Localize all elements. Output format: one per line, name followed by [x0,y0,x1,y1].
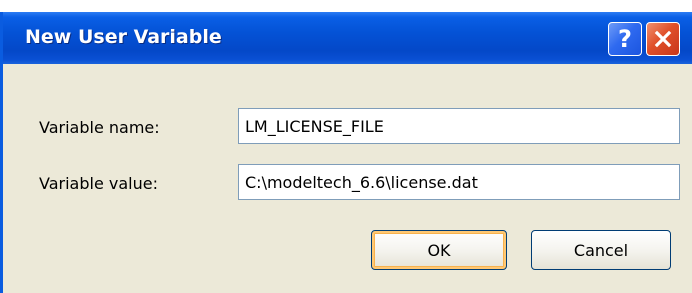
ok-button[interactable]: OK [371,230,507,270]
variable-value-label: Variable value: [39,174,158,193]
ok-button-label: OK [427,240,451,260]
cancel-button[interactable]: Cancel [531,230,671,270]
background-text: ~ ~~~~~~~~ ~~~~ [22,0,198,7]
help-button[interactable]: ? [608,22,642,56]
close-button[interactable] [646,22,680,56]
dialog-title: New User Variable [25,26,222,48]
help-icon: ? [618,25,632,53]
variable-name-input[interactable] [238,108,680,144]
close-icon [654,30,672,48]
new-user-variable-dialog: New User Variable ? Variable name: Varia… [0,12,692,293]
background-window-strip: ~ ~~~~~~~~ ~~~~ [0,0,692,12]
variable-value-input[interactable] [238,164,680,200]
cancel-button-label: Cancel [573,240,629,260]
variable-name-label: Variable name: [39,118,160,137]
title-bar[interactable]: New User Variable ? [3,12,692,64]
